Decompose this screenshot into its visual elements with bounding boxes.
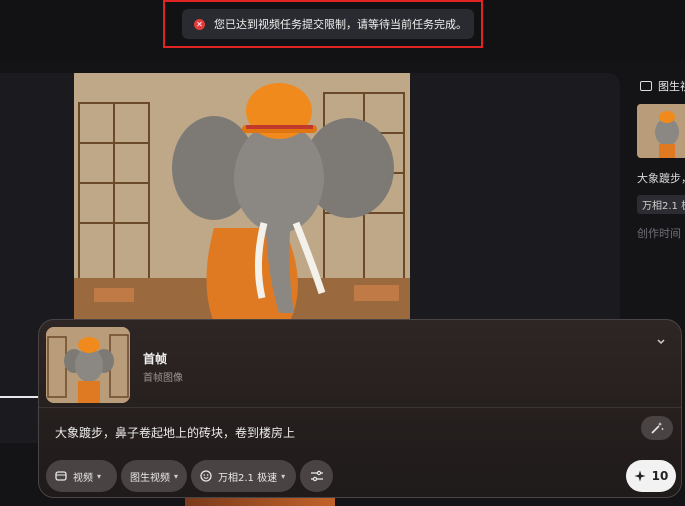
history-header-label: 图生视频 xyxy=(658,80,685,93)
mode-select-label: 图生视频 xyxy=(130,472,170,484)
sparkle-icon xyxy=(634,470,646,482)
history-model-tag: 万相2.1 极速 xyxy=(637,195,685,214)
settings-button[interactable] xyxy=(300,460,333,492)
history-thumbnail[interactable] xyxy=(637,104,685,158)
chevron-down-icon: ▾ xyxy=(97,471,102,481)
type-select-button[interactable]: 视频 ▾ xyxy=(46,460,117,492)
first-frame-thumbnail[interactable] xyxy=(46,327,130,403)
mode-select-button[interactable]: 图生视频 ▾ xyxy=(121,460,187,492)
model-face-icon xyxy=(200,470,212,482)
generate-button[interactable]: 10 xyxy=(626,460,676,492)
preview-image xyxy=(74,73,410,323)
model-select-label: 万相2.1 极速 xyxy=(218,472,278,484)
video-icon xyxy=(640,81,652,91)
prompt-input[interactable]: 大象踱步，鼻子卷起地上的砖块，卷到楼房上 xyxy=(55,424,295,441)
chevron-down-icon: ▾ xyxy=(281,471,286,481)
magic-wand-icon xyxy=(651,422,664,434)
first-frame-subtitle: 首帧图像 xyxy=(143,373,183,384)
error-toast: ✕ 您已达到视频任务提交限制，请等待当前任务完成。 xyxy=(182,9,474,39)
chevron-down-icon: ▾ xyxy=(174,471,179,481)
history-header: 图生视频 xyxy=(640,78,685,94)
playback-progress xyxy=(0,396,40,398)
error-x-icon: ✕ xyxy=(194,18,205,30)
elephant-frame-art xyxy=(46,327,130,403)
video-icon xyxy=(55,471,67,481)
toast-message: 您已达到视频任务提交限制，请等待当前任务完成。 xyxy=(214,18,467,31)
first-frame-title: 首帧 xyxy=(143,352,168,366)
type-select-label: 视频 xyxy=(73,472,93,484)
collapse-chevron-icon[interactable] xyxy=(654,334,668,348)
sliders-icon xyxy=(310,470,323,482)
history-created-time: 创作时间 xyxy=(637,227,681,240)
prompt-enhance-button[interactable] xyxy=(641,416,673,440)
composer-divider xyxy=(39,407,681,408)
prompt-composer: 首帧 首帧图像 大象踱步，鼻子卷起地上的砖块，卷到楼房上 视频 ▾ 图生视频 ▾… xyxy=(38,319,682,498)
elephant-illustration xyxy=(74,73,410,323)
history-description: 大象踱步，鼻子卷起地上的砖块，卷到楼房上 xyxy=(637,172,685,185)
elephant-thumb-art xyxy=(637,104,685,158)
generate-credit-count: 10 xyxy=(651,469,669,483)
model-select-button[interactable]: 万相2.1 极速 ▾ xyxy=(191,460,296,492)
